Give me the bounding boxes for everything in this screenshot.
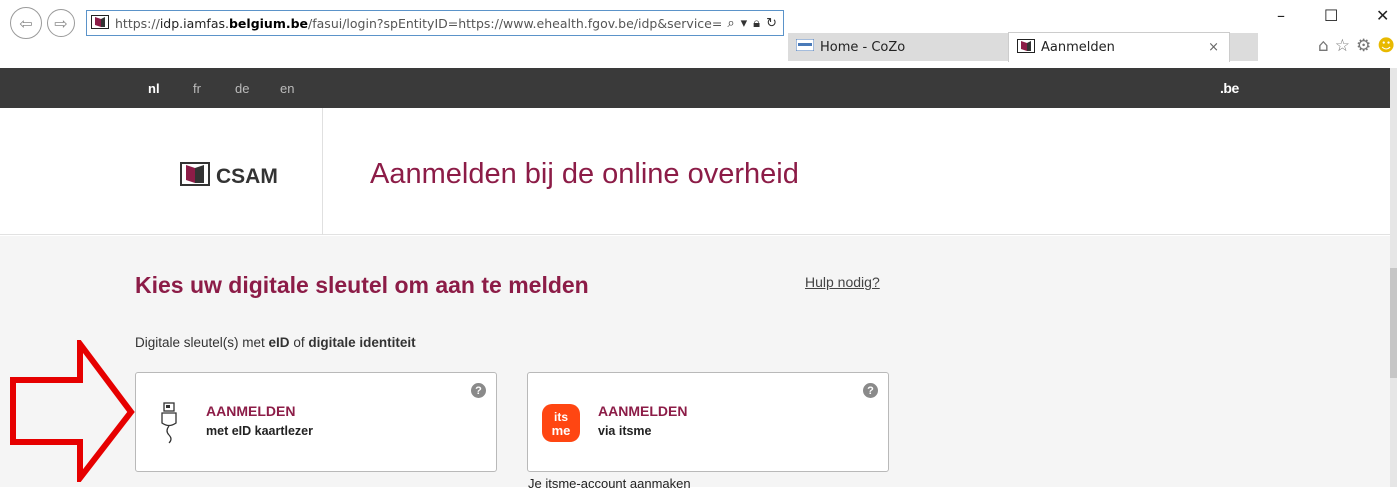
help-link[interactable]: Hulp nodig? — [805, 274, 880, 290]
logo-text: CSAM — [216, 165, 278, 188]
back-arrow-icon: ⇦ — [19, 13, 33, 33]
tab-close-icon[interactable]: × — [1208, 40, 1219, 55]
tab-label: Home - CoZo — [820, 39, 906, 55]
new-tab-button[interactable] — [1230, 33, 1258, 61]
svg-text:me: me — [552, 423, 571, 438]
refresh-icon[interactable]: ↻ — [766, 16, 777, 31]
card-subtitle: via itsme — [598, 424, 652, 438]
maximize-icon[interactable]: ☐ — [1324, 6, 1338, 25]
tab-label: Aanmelden — [1041, 40, 1115, 55]
search-icon[interactable]: ⌕ — [727, 16, 734, 31]
itsme-logo: its me — [542, 404, 580, 447]
site-favicon-icon — [91, 14, 109, 32]
feedback-smiley-icon[interactable]: ☻ — [1377, 36, 1395, 56]
card-title: AANMELDEN — [598, 403, 688, 419]
lang-en[interactable]: en — [280, 81, 294, 96]
language-bar: nl fr de en .be — [0, 68, 1390, 108]
be-logo[interactable]: .be — [1220, 80, 1239, 96]
main-content: Kies uw digitale sleutel om aan te melde… — [0, 236, 1390, 491]
scrollbar-thumb[interactable] — [1390, 268, 1397, 378]
help-question-icon[interactable]: ? — [471, 383, 486, 398]
lang-nl[interactable]: nl — [148, 81, 160, 96]
key-subtitle: Digitale sleutel(s) met eID of digitale … — [135, 335, 416, 350]
favorites-star-icon[interactable]: ☆ — [1335, 36, 1350, 56]
itsme-login-card[interactable]: ? its me AANMELDEN via itsme — [527, 372, 889, 472]
settings-gear-icon[interactable]: ⚙ — [1356, 36, 1371, 56]
tab-aanmelden[interactable]: Aanmelden × — [1008, 32, 1230, 62]
lang-de[interactable]: de — [235, 81, 249, 96]
site-header: CSAM Aanmelden bij de online overheid — [0, 108, 1390, 235]
csam-favicon-icon — [1017, 38, 1035, 57]
lang-fr[interactable]: fr — [193, 81, 201, 96]
eid-login-card[interactable]: ? AANMELDEN met eID kaartlezer — [135, 372, 497, 472]
help-question-icon[interactable]: ? — [863, 383, 878, 398]
browser-chrome: ⇦ ⇨ https://idp.iamfas.belgium.be/fasui/… — [0, 0, 1397, 68]
card-subtitle: met eID kaartlezer — [206, 424, 314, 438]
page-title: Aanmelden bij de online overheid — [370, 158, 799, 190]
minimize-icon[interactable]: – — [1277, 6, 1285, 25]
header-divider — [322, 108, 323, 235]
back-button[interactable]: ⇦ — [10, 7, 42, 39]
section-title: Kies uw digitale sleutel om aan te melde… — [135, 272, 589, 298]
tab-home-cozo[interactable]: Home - CoZo — [788, 33, 1008, 61]
address-bar[interactable]: https://idp.iamfas.belgium.be/fasui/logi… — [86, 10, 784, 36]
url-text: https://idp.iamfas.belgium.be/fasui/logi… — [115, 15, 722, 31]
csam-logo[interactable]: CSAM — [180, 162, 278, 192]
csam-logo-icon — [180, 162, 210, 192]
toolbar-icons: ⌂ ☆ ⚙ ☻ — [1318, 36, 1395, 56]
card-reader-icon — [158, 401, 182, 450]
lock-icon[interactable]: 🔒︎ — [753, 16, 760, 31]
home-icon[interactable]: ⌂ — [1318, 36, 1329, 56]
itsme-create-account-link[interactable]: Je itsme-account aanmaken — [528, 476, 691, 491]
dropdown-icon[interactable]: ▾ — [741, 16, 748, 31]
red-arrow-annotation — [10, 340, 135, 482]
close-window-icon[interactable]: ✕ — [1376, 6, 1389, 25]
svg-text:its: its — [554, 410, 568, 424]
cozo-favicon-icon — [795, 38, 815, 55]
scrollbar[interactable] — [1390, 68, 1397, 487]
card-title: AANMELDEN — [206, 403, 296, 419]
forward-button[interactable]: ⇨ — [47, 9, 75, 37]
forward-arrow-icon: ⇨ — [54, 13, 68, 33]
